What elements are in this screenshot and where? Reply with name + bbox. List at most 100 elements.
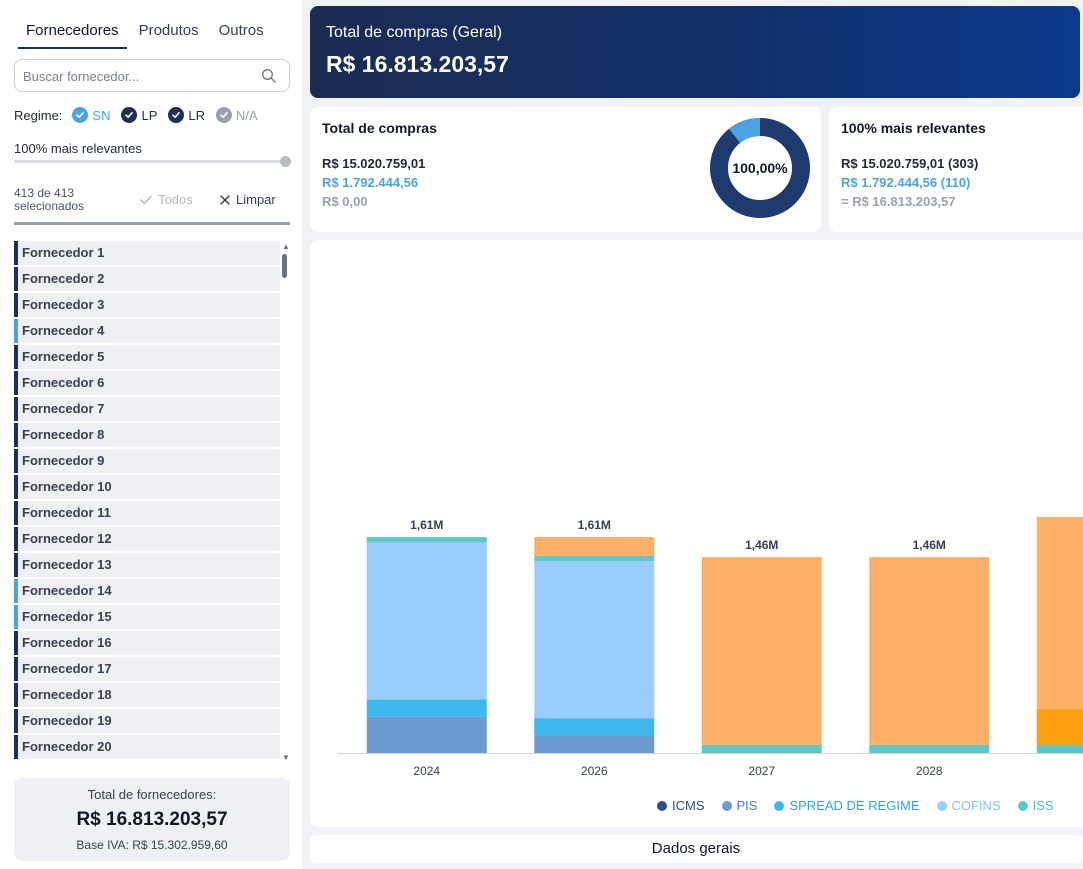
legend-label: SPREAD DE REGIME <box>789 798 920 813</box>
check-icon <box>168 107 185 123</box>
bar-segment[interactable] <box>366 699 487 717</box>
legend-dot <box>657 800 667 811</box>
check-icon <box>121 107 138 123</box>
regime-checkbox-sn[interactable]: SN <box>72 107 110 123</box>
regime-filter: Regime: SN LP LR N/A <box>14 107 269 123</box>
list-item[interactable]: Fornecedor 12 <box>14 527 280 551</box>
sidebar: Fornecedores Produtos Outros Regime: SN … <box>0 0 302 869</box>
donut-chart: 100,00% <box>710 118 810 218</box>
list-item[interactable]: Fornecedor 7 <box>14 397 280 421</box>
search-box <box>14 59 290 92</box>
list-item[interactable]: Fornecedor 16 <box>14 631 280 655</box>
x-tick-label: 2027 <box>748 764 775 778</box>
regime-checkbox-lr[interactable]: LR <box>168 107 205 123</box>
relevance-slider-track[interactable] <box>14 160 286 163</box>
tab-produtos[interactable]: Produtos <box>131 16 207 49</box>
check-icon <box>140 195 152 204</box>
bar-segment[interactable] <box>701 744 822 753</box>
legend-label: ISS <box>1032 798 1054 813</box>
bar-segment[interactable] <box>534 555 655 562</box>
bar-segment[interactable] <box>1036 744 1083 753</box>
relevance-label: 100% mais relevantes <box>14 141 142 156</box>
list-item[interactable]: Fornecedor 19 <box>14 709 280 733</box>
scroll-down-icon[interactable]: ▼ <box>282 753 290 762</box>
list-item[interactable]: Fornecedor 9 <box>14 449 280 473</box>
list-item[interactable]: Fornecedor 6 <box>14 371 280 395</box>
supplier-total-summary: Total de fornecedores: R$ 16.813.203,57 … <box>14 778 290 861</box>
regime-option-label: N/A <box>236 107 258 123</box>
bar-total-label: 1,46M <box>745 538 778 552</box>
bar-segment[interactable] <box>366 716 487 753</box>
list-item[interactable]: Fornecedor 11 <box>14 501 280 525</box>
bar-segment[interactable] <box>534 561 655 719</box>
bar-segment[interactable] <box>534 735 655 753</box>
clear-label: Limpar <box>236 192 276 207</box>
x-tick-label: 2028 <box>916 764 943 778</box>
scroll-up-icon[interactable]: ▲ <box>282 242 290 251</box>
bar-segment[interactable] <box>366 542 487 700</box>
selection-count: 413 de 413 selecionados <box>14 187 114 213</box>
list-item[interactable]: Fornecedor 13 <box>14 553 280 577</box>
sidebar-tabs: Fornecedores Produtos Outros <box>18 16 272 49</box>
banner-value: R$ 16.813.203,57 <box>326 51 509 77</box>
regime-label: Regime: <box>14 107 63 123</box>
tax-chart-card: 1,61M20241,61M20261,46M20271,46M20281,20… <box>310 240 1083 827</box>
relevance-slider-handle[interactable] <box>280 156 291 167</box>
bar-segment[interactable] <box>869 557 990 745</box>
list-item[interactable]: Fornecedor 17 <box>14 657 280 681</box>
bar-segment[interactable] <box>534 537 655 556</box>
card-title: Total de compras <box>322 120 437 136</box>
legend-dot <box>1017 800 1028 811</box>
tab-fornecedores[interactable]: Fornecedores <box>18 16 127 49</box>
list-item[interactable]: Fornecedor 1 <box>14 241 280 265</box>
legend-dot <box>936 800 947 811</box>
stacked-bar-chart: 1,61M20241,61M20261,46M20271,46M20281,20 <box>338 516 1083 778</box>
relevant-purchases-card: 100% mais relevantes R$ 15.020.759,01 (3… <box>829 107 1083 232</box>
selection-progress-bar <box>14 222 290 225</box>
regime-option-label: LP <box>141 107 158 123</box>
list-item[interactable]: Fornecedor 3 <box>14 293 280 317</box>
bar-segment[interactable] <box>701 557 822 745</box>
value-dark: R$ 15.020.759,01 <box>322 156 426 171</box>
check-icon <box>216 107 233 123</box>
bar-segment[interactable] <box>366 537 487 543</box>
card-title: 100% mais relevantes <box>841 120 986 136</box>
value-gray: R$ 0,00 <box>322 194 368 209</box>
legend-dot <box>721 800 732 811</box>
chart-legend: ICMS PIS SPREAD DE REGIME COFINS ISS <box>657 798 1071 813</box>
clear-button[interactable]: Limpar <box>220 192 276 207</box>
tab-outros[interactable]: Outros <box>211 16 272 49</box>
value-gray: = R$ 16.813.203,57 <box>841 194 956 209</box>
list-item[interactable]: Fornecedor 14 <box>14 579 280 603</box>
banner-title: Total de compras (Geral) <box>326 24 503 41</box>
scrollbar[interactable]: ▲ ▼ <box>280 241 290 765</box>
regime-checkbox-na[interactable]: N/A <box>216 107 258 123</box>
bar-segment[interactable] <box>1036 516 1083 709</box>
list-item[interactable]: Fornecedor 8 <box>14 423 280 447</box>
bar-segment[interactable] <box>869 744 990 753</box>
search-icon[interactable] <box>261 68 277 84</box>
select-all-button[interactable]: Todos <box>140 192 193 207</box>
list-item[interactable]: Fornecedor 5 <box>14 345 280 369</box>
legend-item[interactable]: SPREAD DE REGIME <box>774 798 920 813</box>
legend-item[interactable]: ICMS <box>657 798 705 813</box>
general-data-tab[interactable]: Dados gerais <box>310 835 1082 863</box>
search-input[interactable] <box>23 66 253 86</box>
list-item[interactable]: Fornecedor 20 <box>14 735 280 759</box>
x-tick-label: 2024 <box>413 764 440 778</box>
bar-segment[interactable] <box>534 718 655 736</box>
legend-item[interactable]: ISS <box>1017 798 1054 813</box>
summary-iva: Base IVA: R$ 15.302.959,60 <box>76 838 228 852</box>
legend-item[interactable]: COFINS <box>936 798 1001 813</box>
list-item[interactable]: Fornecedor 18 <box>14 683 280 707</box>
total-banner: Total de compras (Geral) R$ 16.813.203,5… <box>310 6 1080 98</box>
scrollbar-thumb[interactable] <box>282 254 287 278</box>
bar-segment[interactable] <box>1036 708 1083 745</box>
list-item[interactable]: Fornecedor 4 <box>14 319 280 343</box>
summary-value: R$ 16.813.203,57 <box>76 809 228 830</box>
legend-item[interactable]: PIS <box>721 798 757 813</box>
list-item[interactable]: Fornecedor 10 <box>14 475 280 499</box>
list-item[interactable]: Fornecedor 15 <box>14 605 280 629</box>
regime-checkbox-lp[interactable]: LP <box>121 107 157 123</box>
list-item[interactable]: Fornecedor 2 <box>14 267 280 291</box>
